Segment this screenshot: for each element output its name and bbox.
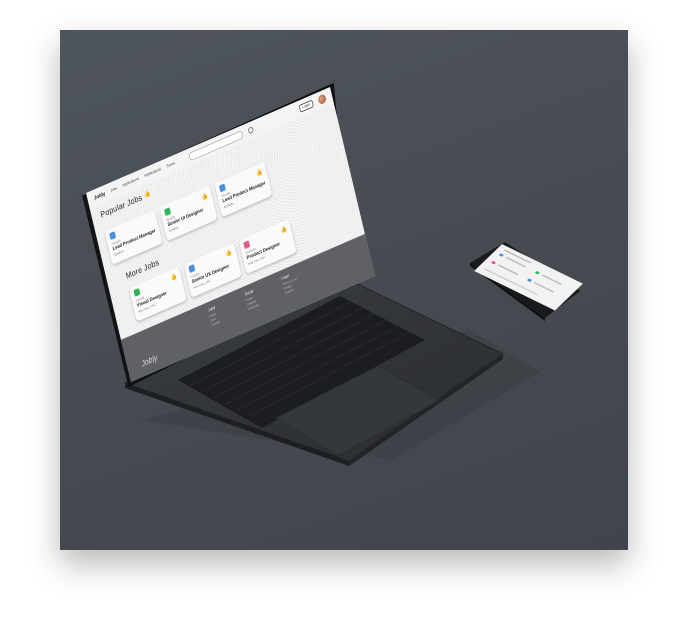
- company-logo-icon: [109, 231, 117, 241]
- footer-column: Social Twitter Dribbble Instagram: [244, 288, 259, 312]
- company-logo-icon: [218, 183, 226, 193]
- company-logo-icon: [188, 264, 196, 274]
- footer-column: Jobly About Jobs Contact: [208, 305, 221, 328]
- footer-brand: Jobly: [140, 353, 159, 369]
- nav-saves[interactable]: Saves: [166, 161, 176, 169]
- company-logo-icon: [526, 278, 533, 283]
- company-logo-icon: [243, 240, 251, 250]
- nav-applications[interactable]: Applications: [122, 177, 139, 189]
- nav-jobs[interactable]: Jobs: [110, 186, 117, 193]
- phone-text-line: [541, 274, 563, 286]
- company-logo-icon: [498, 253, 505, 258]
- search-icon[interactable]: [247, 126, 254, 135]
- company-logo-icon: [534, 270, 541, 275]
- company-logo-icon: [163, 207, 172, 217]
- brand-logo[interactable]: Jobly: [93, 191, 105, 201]
- nav-notifications[interactable]: Notifications: [144, 167, 162, 179]
- device-scene: [82, 82, 580, 466]
- phone-text-line: [497, 264, 519, 276]
- company-logo-icon: [133, 287, 141, 297]
- company-logo-icon: [490, 260, 497, 265]
- phone-text-line: [533, 281, 555, 293]
- login-button[interactable]: Login: [298, 99, 314, 113]
- footer-column: Legal Terms of use Privacy Cookies: [281, 271, 299, 296]
- avatar[interactable]: [317, 93, 327, 106]
